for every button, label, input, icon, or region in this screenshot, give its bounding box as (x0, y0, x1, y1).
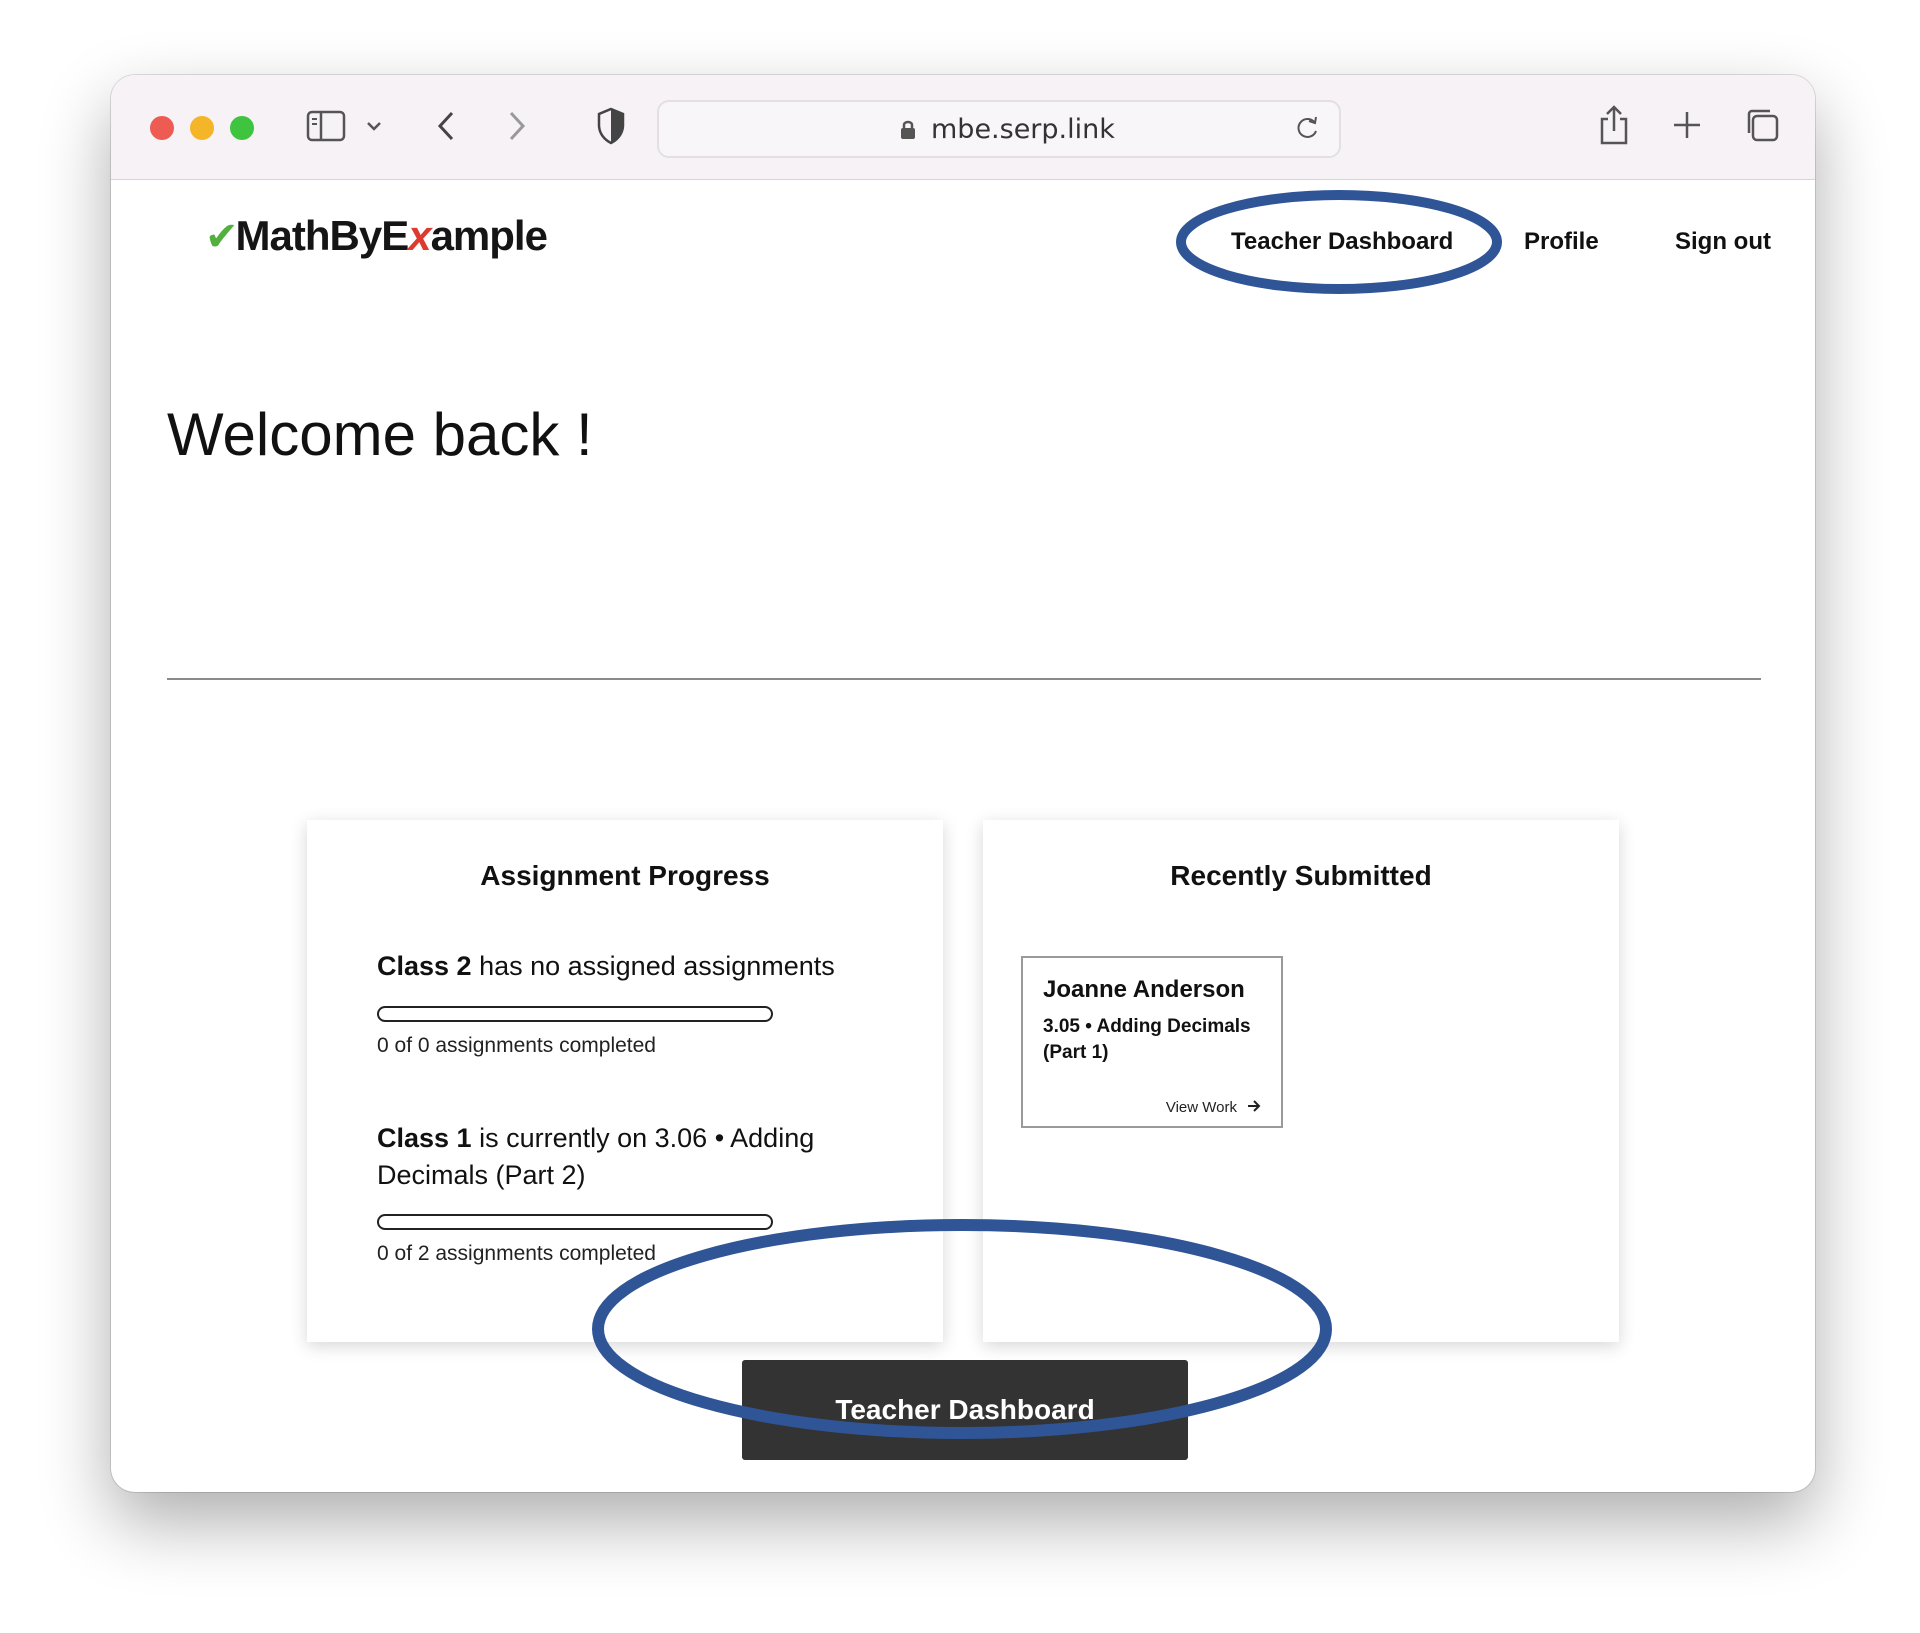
checkmark-icon: ✔ (205, 215, 239, 259)
progress-bar (377, 1214, 773, 1230)
class-name: Class 1 (377, 1123, 472, 1153)
browser-window: mbe.serp.link ✔MathByExample Teacher Das… (111, 75, 1815, 1492)
back-icon[interactable] (435, 109, 457, 143)
page-content: ✔MathByExample Teacher Dashboard Profile… (111, 180, 1815, 1492)
zoom-window-button[interactable] (230, 116, 254, 140)
card-title: Recently Submitted (1170, 860, 1432, 891)
share-icon[interactable] (1597, 103, 1631, 147)
teacher-dashboard-button[interactable]: Teacher Dashboard (742, 1360, 1188, 1460)
lock-icon (899, 119, 917, 146)
class-name: Class 2 (377, 951, 472, 981)
arrow-right-icon (1247, 1099, 1261, 1116)
completed-count: 0 of 0 assignments completed (377, 1034, 656, 1057)
address-bar[interactable]: mbe.serp.link (657, 100, 1341, 158)
page-title: Welcome back ! (167, 401, 593, 468)
progress-bar (377, 1006, 773, 1022)
card-title: Assignment Progress (480, 860, 770, 891)
class-status: Class 1 is currently on 3.06 • Adding De… (377, 1120, 877, 1194)
class-status: Class 2 has no assigned assignments (377, 948, 877, 985)
divider (167, 678, 1761, 680)
new-tab-icon[interactable] (1671, 109, 1703, 141)
close-window-button[interactable] (150, 116, 174, 140)
class-status-text: has no assigned assignments (471, 951, 835, 981)
chevron-down-icon[interactable] (365, 119, 383, 133)
reload-icon[interactable] (1293, 114, 1321, 147)
forward-icon[interactable] (506, 109, 528, 143)
assignment-progress-card: Assignment Progress Class 2 has no assig… (307, 820, 943, 1342)
nav-profile[interactable]: Profile (1524, 228, 1599, 256)
student-name: Joanne Anderson (1043, 976, 1245, 1003)
submission-card: Joanne Anderson 3.05 • Adding Decimals (… (1021, 956, 1283, 1128)
logo-text-2: ample (430, 212, 548, 259)
shield-icon[interactable] (596, 107, 626, 145)
logo[interactable]: ✔MathByExample (205, 212, 548, 260)
address-url: mbe.serp.link (931, 114, 1115, 145)
tab-overview-icon[interactable] (1744, 107, 1780, 143)
nav-sign-out[interactable]: Sign out (1675, 228, 1771, 256)
browser-toolbar: mbe.serp.link (111, 75, 1815, 180)
lesson-title: 3.05 • Adding Decimals (Part 1) (1043, 1016, 1251, 1063)
view-work-link[interactable]: View Work (1166, 1099, 1261, 1116)
logo-text-1: MathByE (235, 212, 410, 259)
minimize-window-button[interactable] (190, 116, 214, 140)
recently-submitted-card: Recently Submitted Joanne Anderson 3.05 … (983, 820, 1619, 1342)
view-work-label: View Work (1165, 1099, 1237, 1116)
nav-teacher-dashboard[interactable]: Teacher Dashboard (1231, 228, 1453, 256)
completed-count: 0 of 2 assignments completed (377, 1242, 656, 1265)
logo-text-x: x (408, 212, 431, 259)
sidebar-icon[interactable] (306, 109, 346, 143)
